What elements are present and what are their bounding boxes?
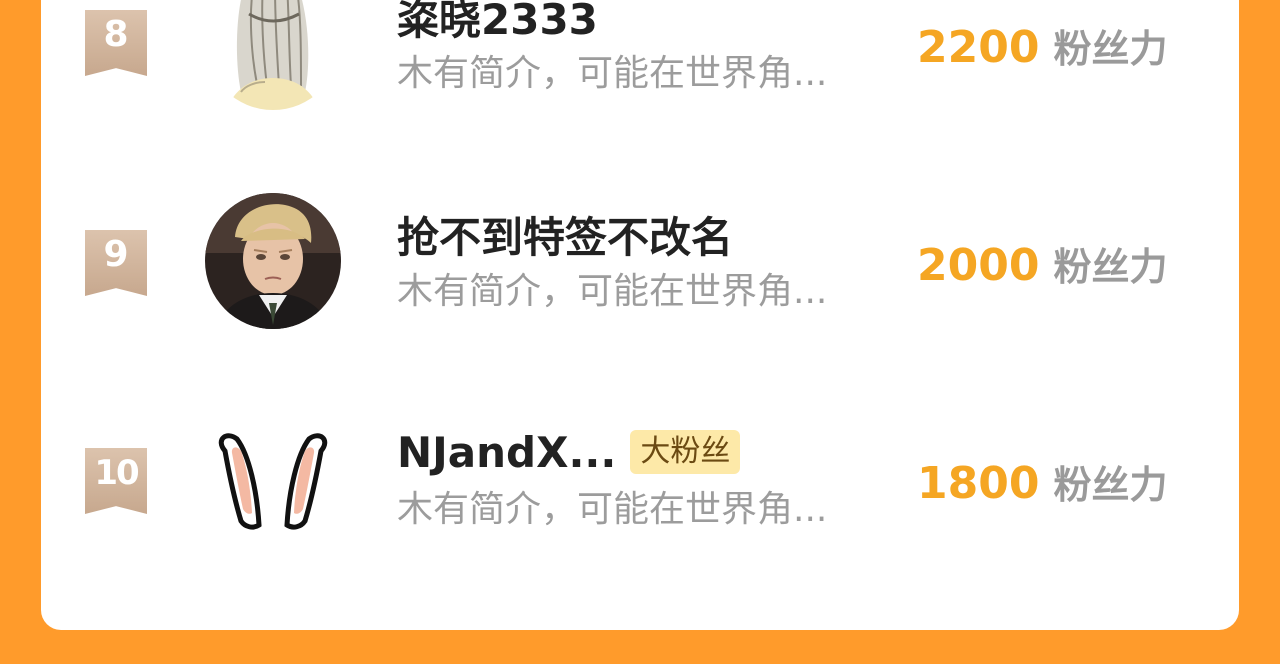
- user-name-line: 抢不到特签不改名: [397, 206, 733, 262]
- ranking-card: 8 粢晓2333 木有简介，可能在世界角... 2200 粉丝力 9 抢不到特签…: [41, 0, 1239, 630]
- blond-boy-portrait-avatar-icon: [205, 193, 341, 329]
- ranking-row[interactable]: 10 NJandX... 大粉丝 木有简介，可能在世界角... 1800 粉丝力: [41, 396, 1239, 596]
- user-description: 木有简介，可能在世界角...: [397, 489, 828, 530]
- braided-hair-girl-avatar-icon: [205, 0, 341, 110]
- user-description: 木有简介，可能在世界角...: [397, 271, 828, 312]
- user-description: 木有简介，可能在世界角...: [397, 53, 828, 94]
- score-unit: 粉丝力: [1053, 245, 1168, 289]
- rank-badge: 8: [85, 10, 147, 76]
- score-value: 2000: [917, 240, 1040, 291]
- fan-power-score: 2200 粉丝力: [917, 18, 1167, 73]
- user-name-line: NJandX... 大粉丝: [397, 424, 741, 480]
- user-name[interactable]: 抢不到特签不改名: [397, 204, 733, 265]
- user-name[interactable]: 粢晓2333: [397, 0, 598, 47]
- score-value: 2200: [917, 22, 1040, 73]
- user-name[interactable]: NJandX...: [397, 428, 616, 477]
- score-unit: 粉丝力: [1053, 27, 1168, 71]
- bunny-ears-avatar-icon: [205, 411, 341, 547]
- fan-power-score: 1800 粉丝力: [917, 454, 1167, 509]
- rank-badge: 10: [85, 448, 147, 514]
- fan-power-score: 2000 粉丝力: [917, 236, 1167, 291]
- user-avatar[interactable]: [205, 0, 341, 110]
- user-avatar[interactable]: [205, 411, 341, 547]
- ranking-row[interactable]: 9 抢不到特签不改名 木有简介，可能在世界角... 2000 粉丝力: [41, 178, 1239, 378]
- score-unit: 粉丝力: [1053, 463, 1168, 507]
- ranking-row[interactable]: 8 粢晓2333 木有简介，可能在世界角... 2200 粉丝力: [41, 0, 1239, 160]
- score-value: 1800: [917, 458, 1040, 509]
- user-name-line: 粢晓2333: [397, 0, 598, 44]
- big-fan-badge: 大粉丝: [630, 430, 741, 474]
- rank-badge: 9: [85, 230, 147, 296]
- user-avatar[interactable]: [205, 193, 341, 329]
